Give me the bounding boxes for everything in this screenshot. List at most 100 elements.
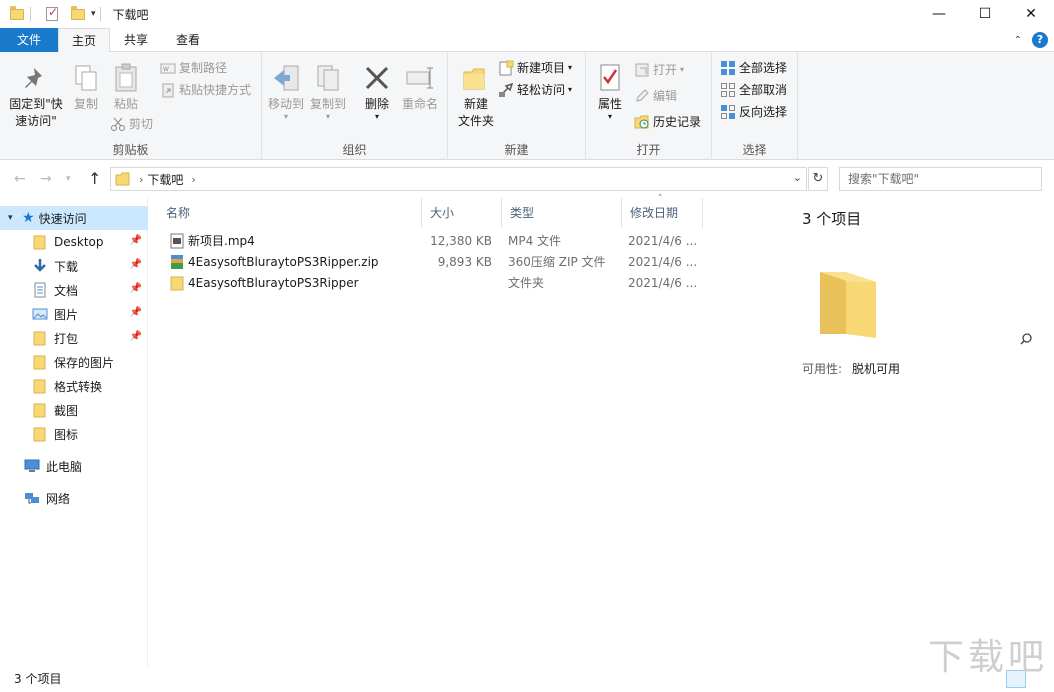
sidebar-item[interactable]: 图标 (0, 422, 148, 446)
edit-button[interactable]: 编辑 (634, 86, 677, 106)
breadcrumb-chevron-icon[interactable]: › (139, 173, 143, 186)
sidebar-item[interactable]: 保存的图片 (0, 350, 148, 374)
help-icon[interactable]: ? (1032, 32, 1048, 48)
close-button[interactable]: ✕ (1008, 0, 1054, 28)
network-item[interactable]: 网络 (0, 486, 148, 510)
window-title: 下载吧 (112, 7, 149, 22)
picture-icon (32, 308, 48, 320)
pin-label-line1: 固定到"快 (9, 97, 63, 111)
quick-access-item[interactable]: ▾ ★ 快速访问 (0, 206, 148, 230)
copy-path-label: 复制路径 (179, 61, 228, 75)
easy-access-label: 轻松访问 (517, 83, 566, 97)
tab-file[interactable]: 文件 (0, 28, 58, 52)
folder-icon (33, 235, 46, 250)
breadcrumb-item[interactable]: 下载吧 (147, 171, 183, 188)
pin-icon: 📌 (129, 283, 142, 294)
table-row[interactable]: 新项目.mp4 12,380 KB MP4 文件 2021/4/6 ... (158, 231, 703, 252)
column-header-type[interactable]: 类型 (502, 198, 622, 228)
breadcrumb-chevron-icon[interactable]: › (191, 173, 195, 186)
sidebar-item[interactable]: 格式转换 (0, 374, 148, 398)
column-header-name[interactable]: 名称 (158, 198, 422, 228)
address-bar[interactable]: › 下载吧 › ⌄ (110, 167, 807, 191)
sidebar-item-label: 图片 (54, 307, 79, 322)
new-group: 新建 文件夹 新建项目 ▾ 轻松访问 ▾ 新建 (448, 52, 586, 160)
sidebar-item[interactable]: 图片 📌 (0, 302, 148, 326)
delete-button[interactable]: 删除 ▾ (360, 62, 394, 121)
move-to-button[interactable]: 移动到 ▾ (266, 62, 306, 121)
new-item-icon (498, 60, 514, 76)
address-dropdown-icon[interactable]: ⌄ (793, 171, 802, 184)
tab-view[interactable]: 查看 (162, 28, 214, 52)
sidebar-item[interactable]: 下载 📌 (0, 254, 148, 278)
clipboard-group: 固定到"快 速访问" 复制 粘贴 W 复制路径 粘贴快捷方式 剪切 剪贴板 (0, 52, 262, 160)
pin-icon: 📌 (129, 235, 142, 246)
tab-home[interactable]: 主页 (58, 28, 110, 53)
table-row[interactable]: 4EasysoftBluraytoPS3Ripper 文件夹 2021/4/6 ..… (158, 273, 703, 294)
cut-label: 剪切 (129, 117, 154, 131)
new-item-button[interactable]: 新建项目 ▾ (498, 58, 572, 78)
refresh-button[interactable]: ↻ (808, 167, 828, 191)
paste-label: 粘贴 (113, 97, 138, 111)
svg-text:W: W (163, 66, 169, 73)
ribbon: 固定到"快 速访问" 复制 粘贴 W 复制路径 粘贴快捷方式 剪切 剪贴板 移动… (0, 52, 1054, 160)
sidebar-item[interactable]: 截图 (0, 398, 148, 422)
paste-button[interactable]: 粘贴 (108, 62, 144, 113)
sidebar-item[interactable]: 文档 📌 (0, 278, 148, 302)
clipboard-group-label: 剪贴板 (112, 143, 149, 157)
new-folder-quick-icon[interactable] (69, 5, 87, 23)
folder-icon (170, 276, 184, 291)
copy-label: 复制 (73, 97, 98, 111)
copy-to-button[interactable]: 复制到 ▾ (308, 62, 348, 121)
zip-file-icon (171, 255, 183, 269)
column-header-size[interactable]: 大小 (422, 198, 502, 228)
cut-button[interactable]: 剪切 (110, 114, 153, 134)
recent-locations-icon[interactable]: ▾ (66, 174, 71, 184)
rename-button[interactable]: 重命名 (398, 62, 442, 113)
navigation-bar: ← → ▾ ↑ › 下载吧 › ⌄ ↻ 搜索"下载吧" (0, 160, 1054, 345)
properties-quick-icon[interactable] (43, 5, 61, 23)
this-pc-label: 此电脑 (46, 459, 83, 474)
table-row[interactable]: 4EasysoftBluraytoPS3Ripper.zip 9,893 KB 36… (158, 252, 703, 273)
folder-icon (33, 355, 46, 370)
sidebar-item[interactable]: 打包 📌 (0, 326, 148, 350)
copy-path-button[interactable]: W 复制路径 (160, 58, 227, 78)
select-none-button[interactable]: 全部取消 (720, 80, 787, 100)
easy-access-icon (498, 82, 514, 98)
copy-button[interactable]: 复制 (68, 62, 104, 113)
pin-icon: 📌 (129, 259, 142, 270)
minimize-button[interactable]: — (916, 0, 962, 28)
sidebar-item[interactable]: Desktop 📌 (0, 230, 148, 254)
collapse-chevron-icon[interactable]: ▾ (8, 213, 18, 223)
paste-shortcut-button[interactable]: 粘贴快捷方式 (160, 80, 251, 100)
file-list: 名称 大小 类型 修改日期 ˄ 新项目.mp4 12,380 KB MP4 文件 20… (158, 194, 778, 668)
quick-access-dropdown-icon[interactable]: ▾ (91, 9, 96, 19)
folder-icon (33, 403, 46, 418)
this-pc-item[interactable]: 此电脑 (0, 454, 148, 478)
select-all-button[interactable]: 全部选择 (720, 58, 787, 78)
pin-quick-access-button[interactable]: 固定到"快 速访问" (6, 62, 66, 130)
history-button[interactable]: 历史记录 (634, 112, 701, 132)
search-input[interactable]: 搜索"下载吧" (839, 167, 1042, 191)
document-icon (34, 282, 46, 298)
column-header-modified[interactable]: 修改日期 (622, 198, 703, 228)
back-arrow-icon[interactable]: ← (14, 171, 26, 187)
forward-arrow-icon[interactable]: → (40, 171, 52, 187)
easy-access-button[interactable]: 轻松访问 ▾ (498, 80, 572, 100)
file-size: 12,380 KB (430, 234, 492, 248)
quick-access-label: 快速访问 (38, 211, 87, 226)
pin-icon (20, 62, 52, 94)
edit-label: 编辑 (653, 89, 678, 103)
ribbon-expand-icon[interactable]: ⌃ (1014, 35, 1022, 46)
new-folder-button[interactable]: 新建 文件夹 (452, 62, 500, 130)
up-arrow-icon[interactable]: ↑ (88, 169, 101, 188)
large-folder-icon (820, 272, 876, 338)
open-button[interactable]: 打开 ▾ (634, 60, 684, 80)
select-group-label: 选择 (742, 143, 767, 157)
invert-selection-button[interactable]: 反向选择 (720, 102, 787, 122)
tab-share[interactable]: 共享 (112, 28, 160, 52)
sidebar-item-label: 图标 (54, 427, 79, 442)
sidebar-item-label: 打包 (54, 331, 79, 346)
maximize-button[interactable]: ☐ (962, 0, 1008, 28)
properties-button[interactable]: 属性 ▾ (592, 62, 628, 121)
folder-icon (33, 427, 46, 442)
